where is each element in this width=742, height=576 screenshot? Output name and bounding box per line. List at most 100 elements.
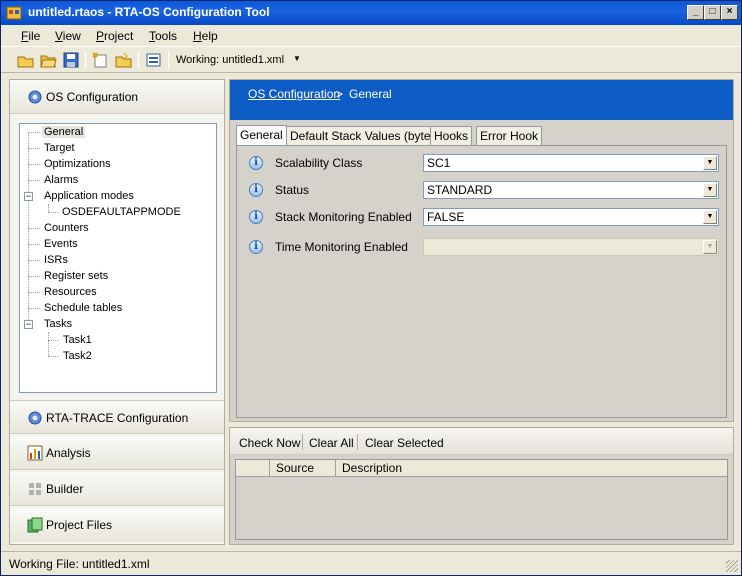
os-tree[interactable]: − − General Target Optimizations Alarms …: [19, 123, 217, 393]
tree-line: [48, 332, 49, 356]
tree-item-target[interactable]: Target: [44, 142, 75, 154]
tree-line: [28, 180, 40, 181]
tree-line: [28, 148, 40, 149]
tree-line: [48, 340, 58, 341]
property-label: Stack Monitoring Enabled: [275, 210, 412, 224]
collapse-toggle[interactable]: −: [24, 192, 33, 201]
property-label: Time Monitoring Enabled: [275, 240, 408, 254]
tree-item-isrs[interactable]: ISRs: [44, 254, 68, 266]
dropdown-arrow-icon[interactable]: ▼: [703, 210, 717, 224]
menu-view[interactable]: View: [55, 29, 81, 43]
resize-grip-icon[interactable]: [726, 560, 738, 572]
column-header-source[interactable]: Source: [270, 460, 336, 477]
time-monitoring-select: ▼: [423, 238, 719, 256]
navigation-pane: OS Configuration − − General Target Opti…: [9, 79, 225, 545]
configuration-pane: OS Configuration > General General Defau…: [229, 79, 734, 422]
toolbar: Working: untitled1.xml ▼: [1, 46, 741, 73]
tab-hooks[interactable]: Hooks: [430, 126, 473, 146]
tree-item-events[interactable]: Events: [44, 238, 78, 250]
tree-item-osdefaultappmode[interactable]: OSDEFAULTAPPMODE: [62, 206, 181, 218]
title-bar[interactable]: untitled.rtaos - RTA-OS Configuration To…: [1, 1, 741, 25]
tree-line: [28, 228, 40, 229]
messages-toolbar: Check Now Clear All Clear Selected: [230, 428, 733, 455]
breadcrumb: OS Configuration > General: [230, 80, 733, 120]
messages-pane: Check Now Clear All Clear Selected Sourc…: [229, 427, 734, 545]
grid-header: Source Description: [236, 460, 727, 477]
tree-item-application-modes[interactable]: Application modes: [44, 190, 134, 202]
toolbar-separator: [85, 51, 86, 69]
gear-icon: [27, 410, 43, 426]
export-icon[interactable]: [145, 52, 162, 68]
tree-item-task2[interactable]: Task2: [63, 350, 92, 362]
open-folder-icon[interactable]: [40, 52, 57, 68]
scalability-class-select[interactable]: SC1 ▼: [423, 154, 719, 172]
maximize-button[interactable]: □: [704, 5, 721, 20]
analysis-chart-icon: [27, 445, 43, 461]
tree-line: [28, 244, 40, 245]
tree-line: [28, 308, 40, 309]
collapse-toggle[interactable]: −: [24, 320, 33, 329]
tab-error-hook[interactable]: Error Hook: [476, 126, 543, 146]
save-icon[interactable]: [63, 52, 80, 68]
check-now-button[interactable]: Check Now: [239, 436, 300, 450]
dropdown-arrow-icon[interactable]: ▼: [703, 156, 717, 170]
tree-item-tasks[interactable]: Tasks: [44, 318, 72, 330]
tree-item-optimizations[interactable]: Optimizations: [44, 158, 111, 170]
tab-general[interactable]: General: [236, 125, 287, 146]
messages-grid[interactable]: Source Description: [235, 459, 728, 540]
info-icon[interactable]: i: [249, 156, 263, 170]
window-title: untitled.rtaos - RTA-OS Configuration To…: [28, 5, 270, 19]
tree-item-resources[interactable]: Resources: [44, 286, 97, 298]
section-os-configuration[interactable]: OS Configuration: [10, 80, 224, 114]
status-select[interactable]: STANDARD ▼: [423, 181, 719, 199]
tree-item-general[interactable]: General: [42, 126, 86, 138]
dropdown-arrow-icon[interactable]: ▼: [703, 183, 717, 197]
app-window: untitled.rtaos - RTA-OS Configuration To…: [0, 0, 742, 576]
menu-help[interactable]: Help: [193, 29, 218, 43]
property-label: Status: [275, 183, 310, 197]
column-header-description[interactable]: Description: [336, 460, 727, 477]
clear-all-button[interactable]: Clear All: [309, 436, 354, 450]
status-text: Working File: untitled1.xml: [9, 557, 150, 571]
tree-item-register-sets[interactable]: Register sets: [44, 270, 108, 282]
tree-line: [28, 276, 40, 277]
tree-item-schedule-tables[interactable]: Schedule tables: [44, 302, 122, 314]
working-file-dropdown[interactable]: Working: untitled1.xml: [176, 54, 284, 66]
info-icon[interactable]: i: [249, 210, 263, 224]
tree-line: [28, 292, 40, 293]
property-label: Scalability Class: [275, 156, 363, 170]
general-tab-panel: i Scalability Class SC1 ▼ i Status STAND…: [236, 145, 727, 418]
tree-line: [48, 204, 49, 212]
tree-line: [28, 164, 40, 165]
new-file-icon[interactable]: [17, 52, 34, 68]
tree-line: [28, 260, 40, 261]
open-item-icon[interactable]: [115, 52, 132, 68]
tree-item-counters[interactable]: Counters: [44, 222, 89, 234]
section-builder[interactable]: Builder: [10, 472, 224, 506]
clear-selected-button[interactable]: Clear Selected: [365, 436, 444, 450]
menu-project[interactable]: Project: [96, 29, 133, 43]
info-icon[interactable]: i: [249, 240, 263, 254]
toolbar-separator: [168, 51, 169, 69]
menu-file[interactable]: File: [21, 29, 40, 43]
close-button[interactable]: ×: [721, 5, 738, 20]
tree-item-task1[interactable]: Task1: [63, 334, 92, 346]
column-header-icon[interactable]: [236, 460, 270, 477]
minimize-button[interactable]: _: [687, 5, 704, 20]
stack-monitoring-select[interactable]: FALSE ▼: [423, 208, 719, 226]
tree-item-alarms[interactable]: Alarms: [44, 174, 78, 186]
chevron-down-icon[interactable]: ▼: [293, 54, 301, 63]
app-icon: [6, 5, 22, 21]
new-item-icon[interactable]: [92, 52, 109, 68]
tab-default-stack-values[interactable]: Default Stack Values (bytes): [286, 126, 445, 146]
section-analysis[interactable]: Analysis: [10, 436, 224, 470]
section-project-files[interactable]: Project Files: [10, 508, 224, 542]
section-rta-trace-configuration[interactable]: RTA-TRACE Configuration: [10, 400, 224, 434]
info-icon[interactable]: i: [249, 183, 263, 197]
dropdown-arrow-icon: ▼: [703, 240, 717, 254]
menu-tools[interactable]: Tools: [149, 29, 177, 43]
tree-line: [48, 212, 58, 213]
breadcrumb-link-os-configuration[interactable]: OS Configuration: [248, 87, 340, 101]
tree-line: [48, 356, 58, 357]
menu-bar: File View Project Tools Help: [1, 26, 741, 46]
